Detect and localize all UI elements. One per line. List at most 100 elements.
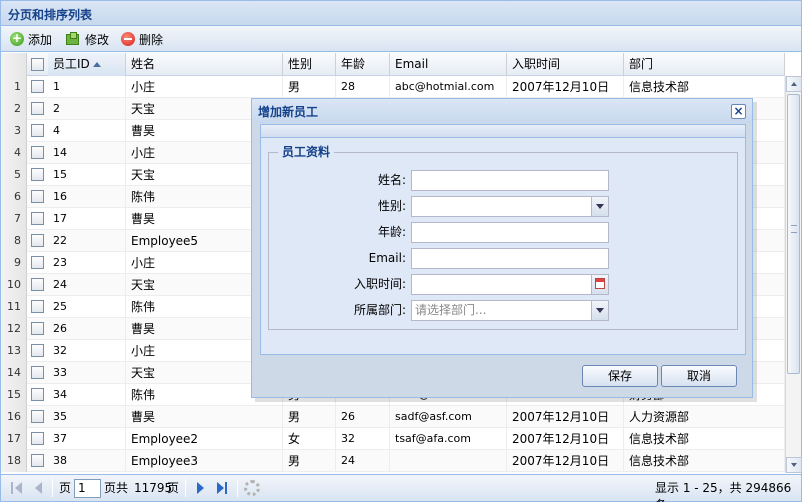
- row-number: 11: [1, 296, 27, 318]
- row-number: 17: [1, 428, 27, 450]
- first-page-icon[interactable]: [10, 481, 24, 495]
- cell-id: 17: [48, 208, 126, 230]
- page-word: 页: [167, 481, 180, 495]
- age-label: 年龄:: [377, 225, 406, 239]
- select-all-checkbox[interactable]: [31, 58, 44, 71]
- add-icon: +: [10, 31, 24, 46]
- cell-age: 32: [336, 428, 390, 450]
- save-button[interactable]: 保存: [582, 365, 658, 387]
- display-info: 显示 1 - 25，共 294866 条: [655, 481, 792, 502]
- cell-name: Employee3: [126, 450, 283, 472]
- edit-button[interactable]: 修改: [65, 30, 109, 48]
- row-checkbox[interactable]: [31, 344, 44, 357]
- row-checkbox[interactable]: [31, 454, 44, 467]
- row-checkbox[interactable]: [31, 212, 44, 225]
- row-checkbox[interactable]: [31, 256, 44, 269]
- cell-id: 25: [48, 296, 126, 318]
- column-header-name[interactable]: 姓名: [126, 53, 283, 76]
- row-number: 18: [1, 450, 27, 472]
- refresh-icon[interactable]: [244, 480, 260, 496]
- row-number: 10: [1, 274, 27, 296]
- row-checkbox[interactable]: [31, 322, 44, 335]
- gender-label: 性别:: [377, 199, 406, 213]
- cell-id: 24: [48, 274, 126, 296]
- cell-email: [390, 450, 507, 472]
- pager-separator: [237, 479, 238, 497]
- column-header-id[interactable]: 员工ID: [48, 53, 126, 76]
- vertical-scrollbar[interactable]: [785, 76, 802, 473]
- row-checkbox[interactable]: [31, 102, 44, 115]
- last-page-icon[interactable]: [215, 481, 229, 495]
- sort-asc-icon: [92, 62, 101, 67]
- cell-id: 35: [48, 406, 126, 428]
- delete-icon: [121, 32, 135, 46]
- chevron-down-icon[interactable]: [591, 301, 608, 320]
- row-number: 12: [1, 318, 27, 340]
- cell-id: 16: [48, 186, 126, 208]
- dialog-header[interactable]: 增加新员工 ×: [252, 99, 752, 123]
- cell-age: 26: [336, 406, 390, 428]
- row-checkbox[interactable]: [31, 366, 44, 379]
- chevron-down-icon[interactable]: [591, 197, 608, 216]
- dept-select[interactable]: 请选择部门...: [411, 300, 609, 321]
- cell-gender: 男: [283, 76, 336, 98]
- row-checkbox[interactable]: [31, 234, 44, 247]
- age-field[interactable]: [411, 222, 609, 243]
- row-number: 14: [1, 362, 27, 384]
- cell-id: 38: [48, 450, 126, 472]
- gender-select[interactable]: [411, 196, 609, 217]
- cell-gender: 男: [283, 450, 336, 472]
- table-row[interactable]: 18 38 Employee3 男 24 2007年12月10日 信息技术部: [1, 450, 785, 472]
- pager-separator: [185, 479, 186, 497]
- page-number-input[interactable]: 1: [74, 479, 101, 498]
- panel-header: 分页和排序列表: [1, 1, 801, 26]
- column-header-email[interactable]: Email: [390, 53, 507, 76]
- cancel-button[interactable]: 取消: [661, 365, 737, 387]
- cell-date: 2007年12月10日: [507, 76, 624, 98]
- scrollbar-thumb[interactable]: [787, 94, 800, 374]
- fieldset-legend: 员工资料: [278, 143, 335, 160]
- cell-name: 曹昊: [126, 406, 283, 428]
- scroll-down-arrow-icon[interactable]: [786, 457, 802, 473]
- row-checkbox[interactable]: [31, 410, 44, 423]
- row-checkbox[interactable]: [31, 300, 44, 313]
- row-number: 8: [1, 230, 27, 252]
- row-checkbox[interactable]: [31, 432, 44, 445]
- row-checkbox[interactable]: [31, 190, 44, 203]
- cell-id: 4: [48, 120, 126, 142]
- row-checkbox[interactable]: [31, 80, 44, 93]
- table-row[interactable]: 1 1 小庄男 28 abc@hotmial.com 2007年12月10日 信息技术部: [1, 76, 785, 98]
- table-row[interactable]: 17 37 Employee2 女 32 tsaf@afa.com 2007年12月10日信…: [1, 428, 785, 450]
- cell-dept: 信息技术部: [624, 450, 785, 472]
- row-checkbox[interactable]: [31, 388, 44, 401]
- row-number: 5: [1, 164, 27, 186]
- panel-title: 分页和排序列表: [8, 8, 93, 22]
- row-number: 3: [1, 120, 27, 142]
- row-checkbox[interactable]: [31, 124, 44, 137]
- delete-button[interactable]: 删除: [121, 30, 163, 48]
- pager-separator: [52, 479, 53, 497]
- column-header-gender[interactable]: 性别: [283, 53, 336, 76]
- cell-id: 1: [48, 76, 126, 98]
- row-checkbox[interactable]: [31, 146, 44, 159]
- delete-button-label: 删除: [139, 32, 164, 47]
- name-field[interactable]: [411, 170, 609, 191]
- cell-name: 小庄: [126, 76, 283, 98]
- page-prefix: 页: [59, 481, 72, 495]
- column-header-hire-date[interactable]: 入职时间: [507, 53, 624, 76]
- hire-date-field[interactable]: [411, 274, 609, 295]
- cell-email: sadf@asf.com: [390, 406, 507, 428]
- email-field[interactable]: [411, 248, 609, 269]
- next-page-icon[interactable]: [194, 481, 208, 495]
- calendar-icon[interactable]: [591, 275, 608, 294]
- row-checkbox[interactable]: [31, 278, 44, 291]
- column-header-age[interactable]: 年龄: [336, 53, 390, 76]
- add-button[interactable]: + 添加: [10, 30, 52, 48]
- table-row[interactable]: 16 35 曹昊男 26 sadf@asf.com 2007年12月10日 人力资源部: [1, 406, 785, 428]
- scroll-up-arrow-icon[interactable]: [786, 76, 802, 92]
- close-icon[interactable]: ×: [731, 104, 746, 119]
- add-employee-dialog: 增加新员工 × 员工资料 姓名: 性别: 年龄: Email: 入职时间: 所属…: [251, 98, 753, 398]
- prev-page-icon[interactable]: [32, 481, 46, 495]
- row-checkbox[interactable]: [31, 168, 44, 181]
- column-header-dept[interactable]: 部门: [624, 53, 785, 76]
